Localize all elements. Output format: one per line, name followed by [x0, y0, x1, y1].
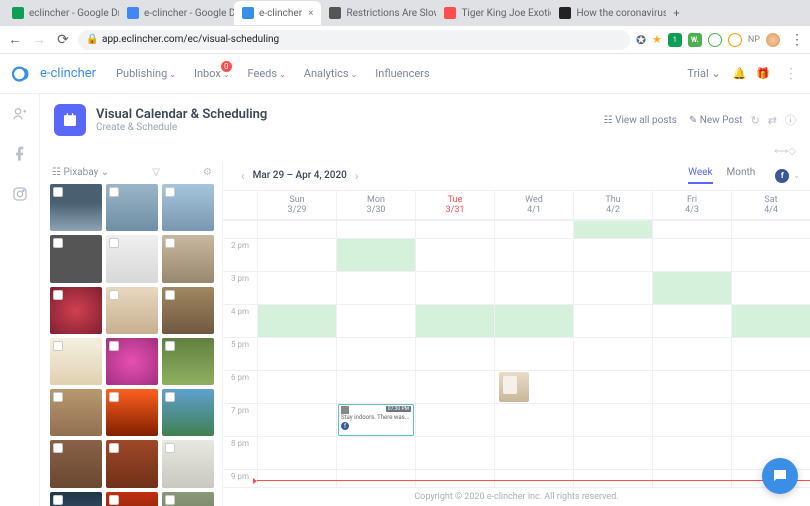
date-range: Mar 29 – Apr 4, 2020: [253, 170, 347, 181]
extension-icon[interactable]: 1: [668, 33, 682, 47]
media-thumb[interactable]: [50, 184, 102, 231]
facebook-filter-icon[interactable]: f: [775, 169, 789, 183]
media-thumb[interactable]: [50, 440, 102, 487]
side-rail: [0, 94, 40, 506]
resize-handle[interactable]: ⟷◇: [40, 146, 810, 161]
media-thumb[interactable]: [162, 389, 214, 436]
media-thumb[interactable]: [50, 287, 102, 334]
media-thumb[interactable]: [106, 184, 158, 231]
media-thumb[interactable]: [162, 287, 214, 334]
instagram-icon[interactable]: [12, 186, 28, 206]
media-thumb[interactable]: [162, 338, 214, 385]
extension-icon[interactable]: [728, 33, 742, 47]
url-field[interactable]: [78, 30, 630, 50]
week-view-tab[interactable]: Week: [688, 167, 712, 184]
media-thumb[interactable]: [162, 235, 214, 282]
chat-button[interactable]: [762, 458, 798, 494]
nav-publishing[interactable]: Publishing⌄: [116, 67, 176, 80]
view-all-posts-link[interactable]: ☷ View all posts: [604, 115, 677, 126]
help-icon[interactable]: ⓘ: [785, 112, 796, 128]
filter-icon[interactable]: ▽: [152, 167, 160, 178]
media-thumb[interactable]: [106, 338, 158, 385]
gear-icon[interactable]: ⚙: [203, 167, 212, 178]
browser-tab[interactable]: Tiger King Joe Exotic and Hi×: [436, 1, 551, 25]
reload-button[interactable]: ⟳: [54, 32, 72, 48]
user-add-icon[interactable]: [12, 106, 28, 126]
chevron-down-icon[interactable]: ⌄: [793, 171, 800, 180]
avatar[interactable]: [766, 33, 780, 47]
media-thumb[interactable]: [106, 440, 158, 487]
new-post-link[interactable]: ✎ New Post: [689, 115, 743, 126]
media-thumb[interactable]: [162, 184, 214, 231]
media-source-dropdown[interactable]: ☷ Pixabay ⌄: [52, 167, 109, 178]
browser-tab[interactable]: How the coronavirus could ca×: [551, 1, 666, 25]
facebook-icon: f: [341, 422, 349, 430]
badge: 0: [221, 61, 232, 72]
extension-icon[interactable]: NP: [748, 35, 760, 45]
footer: Copyright © 2020 e-clincher inc. All rig…: [223, 487, 810, 506]
nav-analytics[interactable]: Analytics⌄: [304, 67, 358, 80]
next-week-button[interactable]: ›: [347, 169, 367, 183]
bell-icon[interactable]: 🔔: [733, 67, 747, 80]
browser-tab[interactable]: eclincher - Google Drive×: [4, 1, 119, 25]
media-thumb[interactable]: [106, 492, 158, 506]
current-time-indicator: [257, 480, 810, 481]
media-thumb[interactable]: [162, 492, 214, 506]
forward-button[interactable]: →: [30, 31, 48, 48]
extension-icon[interactable]: [708, 33, 722, 47]
present-icon[interactable]: 🎁: [756, 67, 770, 80]
page-header: Visual Calendar & Scheduling Create & Sc…: [40, 94, 810, 146]
nav-inbox[interactable]: Inbox0⌄: [194, 67, 230, 80]
chevron-down-icon: ⌄: [169, 70, 176, 79]
back-button[interactable]: ←: [6, 31, 24, 48]
app-topnav: e-clincher Publishing⌄ Inbox0⌄ Feeds⌄ An…: [0, 54, 810, 94]
menu-icon[interactable]: ⋮: [790, 32, 804, 48]
prev-week-button[interactable]: ‹: [233, 169, 253, 183]
media-thumb[interactable]: [50, 235, 102, 282]
extension-icon[interactable]: W.: [688, 33, 702, 47]
calendar-icon: [54, 104, 86, 136]
media-thumb[interactable]: [50, 389, 102, 436]
more-icon[interactable]: ⋮: [784, 66, 798, 82]
page-title: Visual Calendar & Scheduling: [96, 107, 267, 122]
browser-tab-active[interactable]: e-clincher×: [234, 1, 321, 25]
trial-dropdown[interactable]: Trial ⌄: [687, 67, 720, 80]
browser-tab[interactable]: Restrictions Are Slowing Con×: [321, 1, 436, 25]
calendar-panel: ‹ Mar 29 – Apr 4, 2020 › Week Month f ⌄ …: [222, 161, 810, 506]
browser-tab[interactable]: e-clincher - Google Docs×: [119, 1, 234, 25]
page-subtitle: Create & Schedule: [96, 122, 267, 133]
media-thumb[interactable]: [106, 389, 158, 436]
chevron-down-icon: ⌄: [351, 70, 358, 79]
lock-icon: 🔒: [86, 34, 98, 45]
calendar-grid[interactable]: Sun3/29 Mon3/30 Tue3/31 Wed4/1 Thu4/2 Fr…: [223, 190, 810, 487]
extensions: ✪ ★ 1 W. NP ⋮: [636, 32, 804, 48]
month-view-tab[interactable]: Month: [727, 167, 756, 184]
browser-tabs: eclincher - Google Drive× e-clincher - G…: [0, 0, 810, 26]
sync-icon[interactable]: ⇄: [768, 114, 777, 127]
address-bar: ← → ⟳ 🔒 ✪ ★ 1 W. NP ⋮: [0, 26, 810, 54]
chevron-down-icon: ⌄: [711, 67, 720, 80]
close-icon[interactable]: ×: [308, 8, 313, 19]
chevron-down-icon: ⌄: [279, 70, 286, 79]
facebook-icon[interactable]: [12, 146, 28, 166]
media-thumb[interactable]: [162, 440, 214, 487]
media-thumb[interactable]: [50, 338, 102, 385]
refresh-icon[interactable]: ↻: [751, 114, 760, 127]
media-panel: ☷ Pixabay ⌄ ▽ ⚙: [40, 161, 222, 506]
nav-feeds[interactable]: Feeds⌄: [248, 67, 286, 80]
scheduled-image[interactable]: [499, 372, 529, 402]
nav-influencers[interactable]: Influencers: [375, 67, 429, 80]
media-thumb[interactable]: [50, 492, 102, 506]
scheduled-post[interactable]: 07:30 PMStay indoors. There was...f: [338, 404, 414, 436]
brand-logo[interactable]: e-clincher: [12, 63, 96, 85]
new-tab-button[interactable]: +: [666, 7, 686, 20]
media-thumb[interactable]: [106, 287, 158, 334]
media-thumb[interactable]: [106, 235, 158, 282]
